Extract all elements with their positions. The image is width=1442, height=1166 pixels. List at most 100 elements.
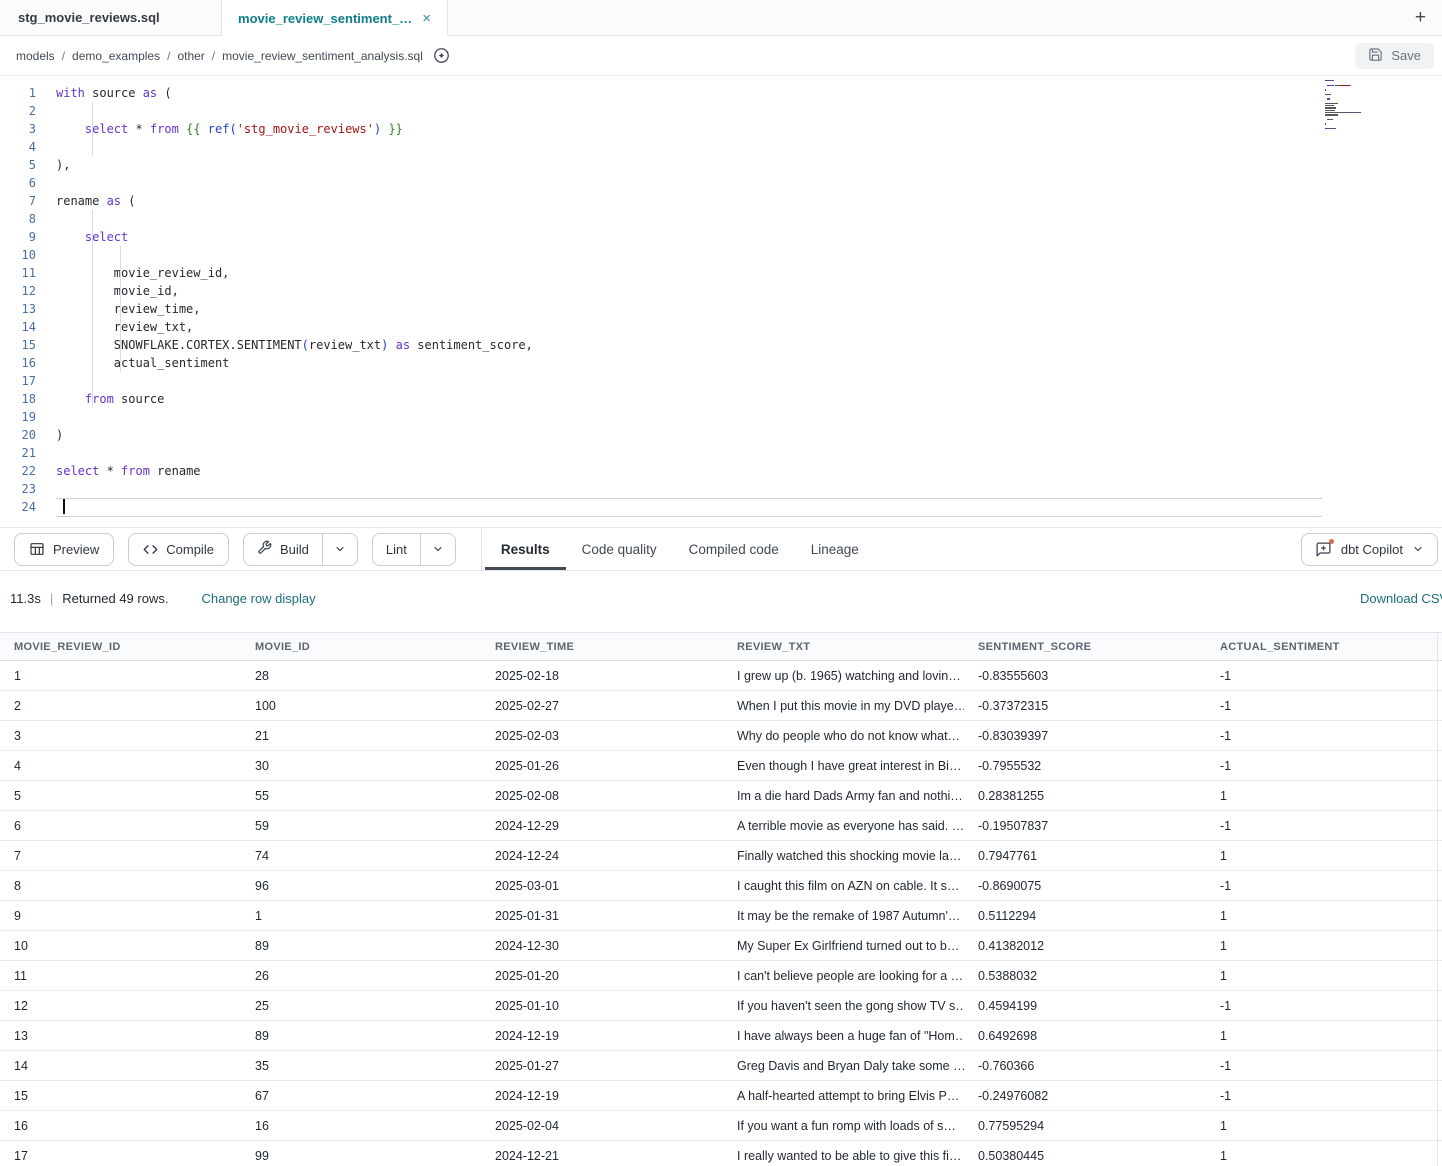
line-number: 11 [0,264,44,282]
line-number: 3 [0,120,44,138]
cell-review_time: 2024-12-21 [481,1149,723,1163]
lint-button[interactable]: Lint [373,534,420,565]
table-row[interactable]: 14352025-01-27Greg Davis and Bryan Daly … [0,1051,1442,1081]
cell-review_txt: Finally watched this shocking movie la… [723,849,964,863]
build-button[interactable]: Build [244,534,322,565]
cell-review_time: 2024-12-30 [481,939,723,953]
tab-label: stg_movie_reviews.sql [18,10,160,25]
copilot-sparkle-icon[interactable] [433,47,451,65]
table-row[interactable]: 5552025-02-08Im a die hard Dads Army fan… [0,781,1442,811]
tab-code-quality[interactable]: Code quality [566,528,673,570]
code-line: 23 [0,480,1442,498]
tab-lineage[interactable]: Lineage [795,528,875,570]
cell-sentiment_score: 0.50380445 [964,1149,1206,1163]
table-row[interactable]: 7742024-12-24Finally watched this shocki… [0,841,1442,871]
line-number: 10 [0,246,44,264]
indent-guide [92,210,93,408]
build-dropdown-button[interactable] [322,534,357,565]
code-line: 20) [0,426,1442,444]
new-tab-button[interactable]: + [1407,0,1434,36]
table-row[interactable]: 15672024-12-19A half-hearted attempt to … [0,1081,1442,1111]
cell-actual_sentiment: 1 [1206,939,1442,953]
tab-movie-review-sentiment[interactable]: movie_review_sentiment_… × [222,0,448,36]
tab-results[interactable]: Results [485,528,566,570]
line-number: 4 [0,138,44,156]
build-label: Build [280,542,309,557]
line-number: 2 [0,102,44,120]
table-row[interactable]: 11262025-01-20I can't believe people are… [0,961,1442,991]
cell-sentiment_score: -0.83555603 [964,669,1206,683]
table-row[interactable]: 21002025-02-27When I put this movie in m… [0,691,1442,721]
cell-actual_sentiment: 1 [1206,789,1442,803]
cell-actual_sentiment: 1 [1206,1119,1442,1133]
cell-review_txt: I grew up (b. 1965) watching and lovin… [723,669,964,683]
chevron-down-icon [432,543,444,555]
cell-movie_id: 96 [241,879,481,893]
compile-button[interactable]: Compile [128,533,229,566]
line-number: 16 [0,354,44,372]
editor-minimap[interactable] [1325,80,1405,135]
save-button[interactable]: Save [1355,43,1434,69]
code-editor[interactable]: 1with source as (23 select * from {{ ref… [0,76,1442,527]
table-row[interactable]: 12252025-01-10If you haven't seen the go… [0,991,1442,1021]
lint-label: Lint [386,542,407,557]
indent-guide [92,102,93,156]
result-tabs: Results Code quality Compiled code Linea… [482,528,875,570]
cell-movie_review_id: 17 [0,1149,241,1163]
cell-review_txt: My Super Ex Girlfriend turned out to b… [723,939,964,953]
cell-sentiment_score: -0.37372315 [964,699,1206,713]
col-actual-sentiment: ACTUAL_SENTIMENT [1206,641,1442,653]
lint-dropdown-button[interactable] [420,534,455,565]
text-cursor [63,499,65,514]
tab-compiled-code[interactable]: Compiled code [673,528,795,570]
line-number: 9 [0,228,44,246]
cell-review_time: 2025-03-01 [481,879,723,893]
cell-review_time: 2024-12-29 [481,819,723,833]
table-row[interactable]: 8962025-03-01I caught this film on AZN o… [0,871,1442,901]
table-row[interactable]: 912025-01-31It may be the remake of 1987… [0,901,1442,931]
compile-label: Compile [166,542,214,557]
cell-movie_id: 55 [241,789,481,803]
line-number: 19 [0,408,44,426]
table-row[interactable]: 3212025-02-03Why do people who do not kn… [0,721,1442,751]
table-row[interactable]: 13892024-12-19I have always been a huge … [0,1021,1442,1051]
table-row[interactable]: 10892024-12-30My Super Ex Girlfriend tur… [0,931,1442,961]
tab-stg-movie-reviews[interactable]: stg_movie_reviews.sql [0,0,222,35]
table-row[interactable]: 6592024-12-29A terrible movie as everyon… [0,811,1442,841]
dbt-copilot-button[interactable]: dbt Copilot [1301,533,1438,566]
download-csv-link[interactable]: Download CSV [1360,591,1442,606]
preview-button[interactable]: Preview [14,533,114,566]
code-line: 13 review_time, [0,300,1442,318]
dbt-ide-app: stg_movie_reviews.sql movie_review_senti… [0,0,1442,1166]
results-table: MOVIE_REVIEW_ID MOVIE_ID REVIEW_TIME REV… [0,632,1442,1166]
cell-review_txt: A half-hearted attempt to bring Elvis P… [723,1089,964,1103]
code-line: 15 SNOWFLAKE.CORTEX.SENTIMENT(review_txt… [0,336,1442,354]
indent-guide [120,246,121,372]
col-review-txt: REVIEW_TXT [723,641,964,653]
cell-movie_id: 59 [241,819,481,833]
change-row-display-link[interactable]: Change row display [201,591,315,606]
line-number: 7 [0,192,44,210]
cell-movie_id: 100 [241,699,481,713]
table-row[interactable]: 16162025-02-04If you want a fun romp wit… [0,1111,1442,1141]
cell-sentiment_score: 0.7947761 [964,849,1206,863]
cell-sentiment_score: -0.8690075 [964,879,1206,893]
cell-sentiment_score: 0.41382012 [964,939,1206,953]
cell-sentiment_score: -0.83039397 [964,729,1206,743]
close-tab-icon[interactable]: × [422,11,431,26]
code-icon [143,542,158,557]
code-line: 22select * from rename [0,462,1442,480]
line-number: 5 [0,156,44,174]
cell-movie_review_id: 7 [0,849,241,863]
wrench-icon [257,540,272,558]
cell-sentiment_score: 0.5112294 [964,909,1206,923]
breadcrumb-separator: / [212,49,215,63]
table-row[interactable]: 1282025-02-18I grew up (b. 1965) watchin… [0,661,1442,691]
table-row[interactable]: 17992024-12-21I really wanted to be able… [0,1141,1442,1166]
active-line-border [56,498,1322,499]
code-line: 5), [0,156,1442,174]
cell-movie_id: 30 [241,759,481,773]
table-row[interactable]: 4302025-01-26Even though I have great in… [0,751,1442,781]
line-number: 20 [0,426,44,444]
cell-sentiment_score: 0.77595294 [964,1119,1206,1133]
